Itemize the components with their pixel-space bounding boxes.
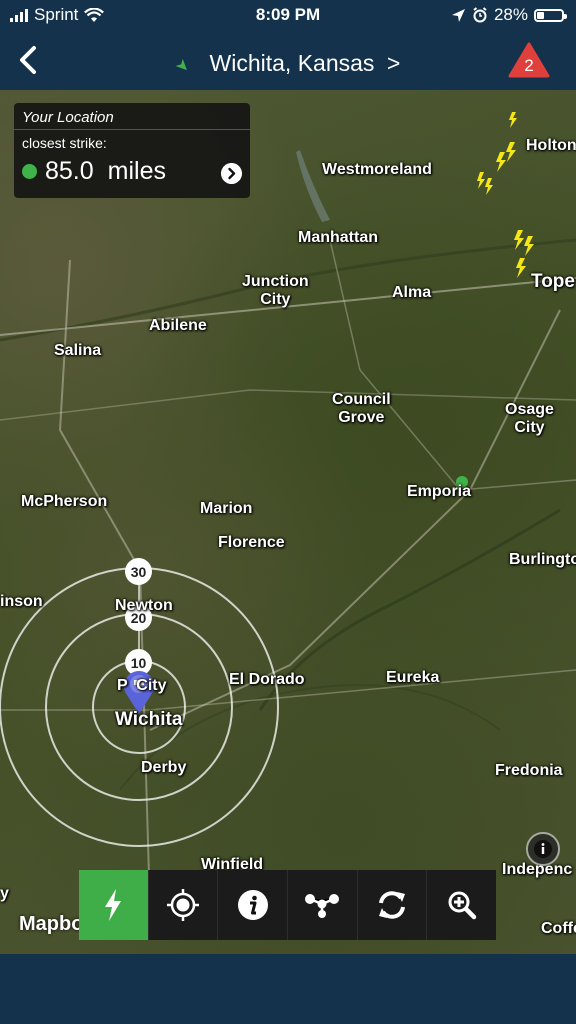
ring-label-30: 30	[125, 558, 152, 585]
bottom-bar	[0, 954, 576, 1024]
map-attribution-info-icon[interactable]	[525, 831, 561, 867]
place-abilene: Abilene	[149, 317, 207, 334]
place-alma: Alma	[392, 284, 432, 301]
place-mcpherson: McPherson	[21, 493, 108, 510]
place-eureka: Eureka	[386, 669, 440, 686]
zoom-icon	[448, 891, 476, 920]
chevron-right-icon[interactable]	[221, 163, 242, 184]
share-network-icon	[305, 894, 340, 918]
place-holton: Holton	[526, 137, 576, 154]
chevron-right-icon: >	[386, 50, 401, 76]
place-newton: Newton	[115, 597, 173, 614]
place-park-city: P City	[117, 677, 167, 694]
place-marion: Marion	[200, 500, 253, 517]
share-button[interactable]	[288, 870, 358, 940]
location-title-text: Wichita, Kansas	[209, 50, 375, 76]
place-fredonia: Fredonia	[495, 762, 563, 779]
lightning-button[interactable]	[79, 870, 149, 940]
place-coffeyville: Coffe	[541, 920, 576, 937]
place-topeka: Tope	[531, 271, 575, 292]
place-wichita: Wichita	[115, 709, 183, 730]
closest-strike-label: closest strike:	[22, 135, 107, 151]
distance-value: 85.0	[45, 157, 94, 185]
info-button[interactable]	[218, 870, 289, 940]
battery-icon	[534, 8, 567, 22]
info-icon	[237, 890, 268, 920]
location-title[interactable]: ➤ Wichita, Kansas >	[0, 50, 576, 77]
place-westmoreland: Westmoreland	[322, 161, 432, 178]
place-emporia: Emporia	[407, 483, 472, 500]
nav-bar: ➤ Wichita, Kansas > 2	[0, 30, 576, 90]
place-florence: Florence	[218, 534, 285, 551]
place-edge-y: y	[0, 885, 9, 902]
refresh-button[interactable]	[358, 870, 428, 940]
location-arrow-icon: ➤	[171, 55, 193, 78]
status-bar: Sprint 8:09 PM 28%	[0, 0, 576, 30]
place-derby: Derby	[141, 759, 187, 776]
place-burlington: Burlingto	[509, 551, 576, 568]
map-view[interactable]: 30 20 10 Holton Westmoreland Manhattan J…	[0, 90, 576, 954]
place-salina: Salina	[54, 342, 102, 359]
locate-button[interactable]	[149, 870, 219, 940]
battery-percent: 28%	[493, 5, 528, 24]
status-right: 28%	[451, 5, 567, 25]
place-hutchinson: inson	[0, 593, 43, 610]
alarm-icon	[473, 7, 487, 23]
distance-unit: miles	[107, 157, 167, 185]
location-arrow-icon	[451, 8, 465, 22]
closest-strike-panel[interactable]: Your Location closest strike: 85.0 miles	[14, 103, 250, 198]
refresh-icon	[379, 891, 406, 919]
place-junction-city: Junction City	[242, 273, 309, 308]
map-toolbar	[79, 870, 496, 940]
distance-row: 85.0 miles	[22, 157, 166, 186]
lightning-icon	[105, 889, 122, 921]
place-manhattan: Manhattan	[298, 229, 378, 246]
status-dot-icon	[22, 164, 37, 179]
place-el-dorado: El Dorado	[229, 671, 305, 688]
map-features	[0, 112, 576, 911]
zoom-button[interactable]	[427, 870, 496, 940]
crosshair-icon	[167, 889, 199, 921]
place-osage-city: Osage City	[505, 401, 554, 436]
panel-header: Your Location	[14, 103, 250, 130]
alert-button[interactable]: 2	[508, 42, 550, 78]
place-council-grove: Council Grove	[332, 391, 391, 426]
alert-count: 2	[524, 56, 533, 75]
